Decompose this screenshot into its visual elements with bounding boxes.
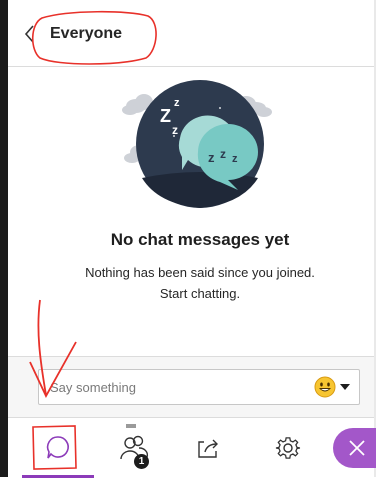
tab-attendees[interactable]: 1 [104,418,164,478]
back-button[interactable]: Everyone [22,14,152,54]
caret-down-icon [340,384,350,390]
attendee-count-badge: 1 [134,454,149,469]
chat-title: Everyone [50,25,123,42]
svg-text:z: z [174,97,180,109]
sleeping-chat-bubbles-illustration: z z z Z z z [122,80,272,208]
svg-text:Z: Z [160,106,171,126]
message-composer [8,356,374,417]
chevron-left-icon [24,25,34,43]
message-input-box [38,369,360,405]
close-icon [349,440,365,456]
chat-header: Everyone [8,0,374,67]
svg-text:z: z [220,147,226,161]
emoji-picker-button[interactable] [314,376,351,398]
tab-share-content[interactable] [178,418,238,478]
close-panel-button[interactable] [333,428,376,468]
svg-text:z: z [208,150,215,165]
empty-state-title: No chat messages yet [110,230,290,249]
bottom-tab-bar: 1 [8,417,376,478]
share-icon [198,439,218,458]
tab-settings[interactable] [258,418,318,478]
gear-icon [275,437,301,459]
chat-bubble-icon [46,435,69,458]
empty-state-subtitle-line1: Nothing has been said since you joined. [85,265,315,280]
emoji-smile-icon [314,376,336,398]
empty-state-subtitle: Nothing has been said since you joined. … [8,262,376,304]
svg-text:z: z [172,123,178,137]
left-edge-bar [0,0,8,477]
message-input[interactable] [48,378,314,396]
tab-chat[interactable] [22,418,94,478]
empty-state-subtitle-line2: Start chatting. [159,286,241,301]
svg-text:z: z [232,153,238,165]
